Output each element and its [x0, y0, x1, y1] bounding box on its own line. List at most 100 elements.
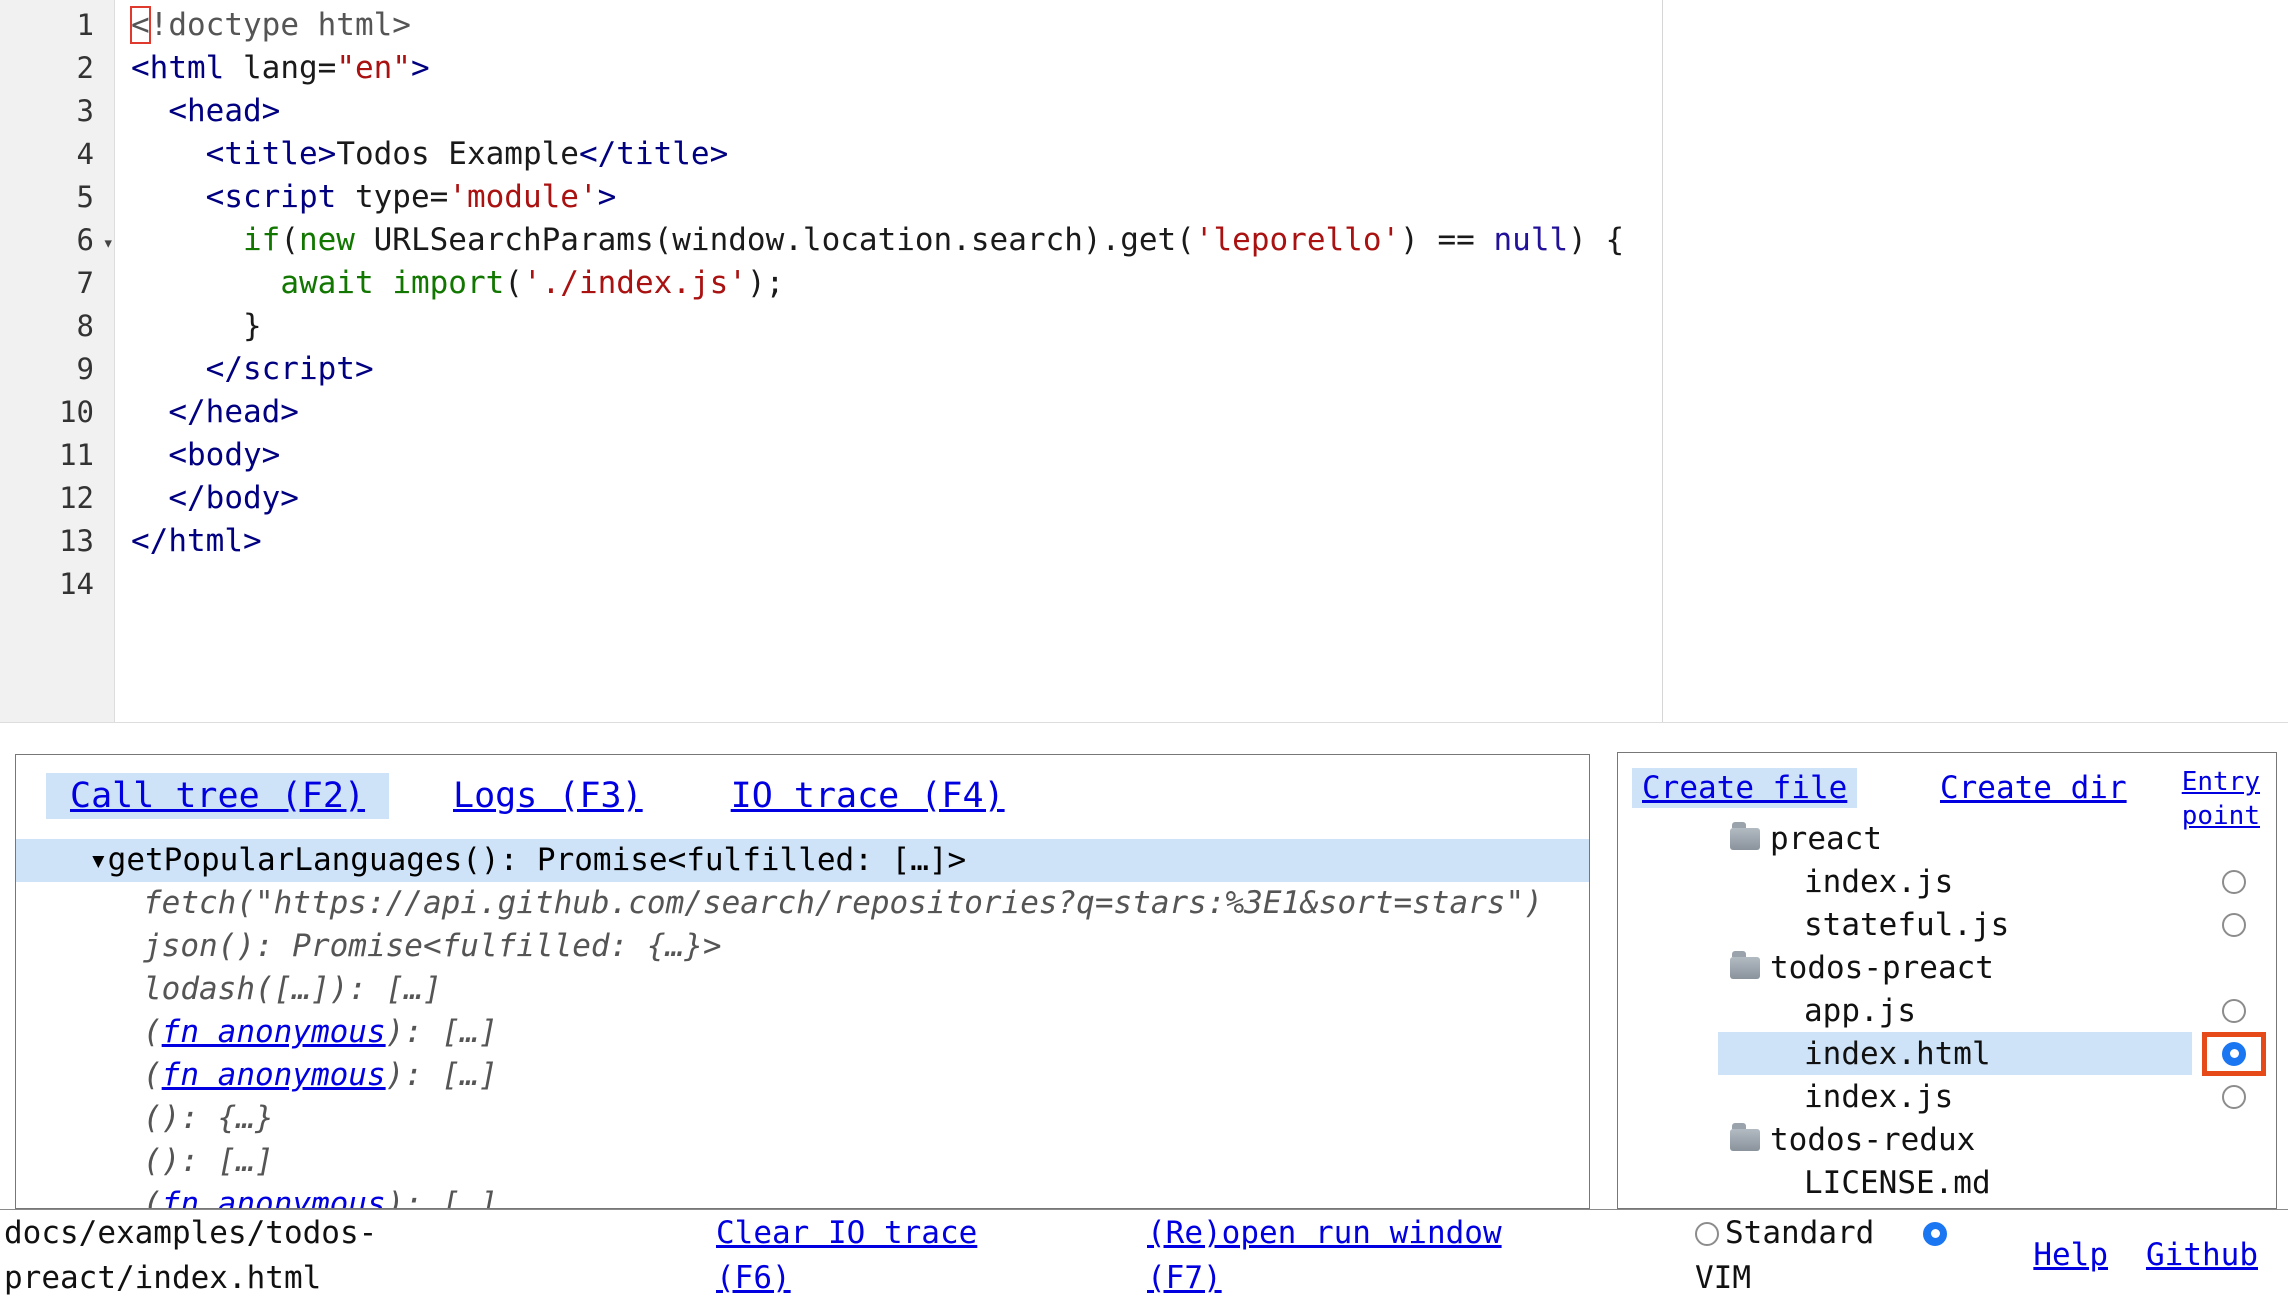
code-line[interactable]: <html lang="en"> [131, 47, 1624, 90]
line-number: 6▾ [0, 219, 114, 262]
calltree-row-text: (): […] [143, 1143, 274, 1179]
vim-keybinding-radio[interactable] [1923, 1222, 1947, 1246]
standard-keybinding-radio[interactable] [1695, 1222, 1719, 1246]
current-file-path: docs/examples/todos- preact/index.html [4, 1211, 377, 1301]
calltree-row[interactable]: (): {…} [16, 1097, 1589, 1140]
calltree-row[interactable]: (): […] [16, 1140, 1589, 1183]
code-line[interactable]: </html> [131, 520, 1624, 563]
code-token: <title> [206, 136, 337, 172]
file-name[interactable]: index.js [1804, 864, 1953, 900]
code-line[interactable]: if(new URLSearchParams(window.location.s… [131, 219, 1624, 262]
code-token: URLSearchParams(window.location.search).… [355, 222, 1195, 258]
code-line[interactable]: } [131, 305, 1624, 348]
file-name[interactable]: index.js [1804, 1079, 1953, 1115]
code-token [131, 351, 206, 387]
line-number-text: 8 [77, 309, 94, 343]
create-file-button[interactable]: Create file [1632, 768, 1857, 808]
code-lines[interactable]: <!doctype html><html lang="en"> <head> <… [131, 4, 1624, 606]
code-token: ( [504, 265, 523, 301]
code-token: <script [206, 179, 337, 215]
code-token [131, 93, 168, 129]
folder-icon [1730, 1129, 1760, 1151]
help-link[interactable]: Help [2033, 1237, 2108, 1273]
code-line[interactable]: <body> [131, 434, 1624, 477]
keybinding-toggle: Standard VIM [1695, 1211, 1947, 1301]
line-number-text: 5 [77, 180, 94, 214]
create-dir-button[interactable]: Create dir [1932, 768, 2135, 808]
file-name[interactable]: LICENSE.md [1804, 1165, 1991, 1201]
folder-name[interactable]: preact [1770, 821, 1882, 857]
filetree-rows: preact index.js stateful.js todos-preact app… [1618, 817, 2276, 1204]
line-number: 13 [0, 520, 114, 563]
file-name[interactable]: app.js [1804, 993, 1916, 1029]
line-number: 7 [0, 262, 114, 305]
code-token: </head> [168, 394, 299, 430]
file-name[interactable]: stateful.js [1804, 907, 2009, 943]
entry-point-radio[interactable] [2222, 1085, 2246, 1109]
entry-point-radio[interactable] [2222, 1042, 2246, 1066]
folder-name[interactable]: todos-preact [1770, 950, 1994, 986]
calltree-row[interactable]: (fn anonymous): […] [16, 1183, 1589, 1209]
line-number-text: 13 [59, 524, 94, 558]
calltree-row-text: ): […] [386, 1186, 498, 1209]
code-line[interactable]: <!doctype html> [131, 4, 1624, 47]
anonymous-fn-link[interactable]: fn anonymous [162, 1014, 386, 1050]
filetree-row: app.js [1618, 989, 2276, 1032]
code-line[interactable]: </head> [131, 391, 1624, 434]
code-token [131, 265, 280, 301]
line-number-text: 2 [77, 51, 94, 85]
filetree-row: stateful.js [1618, 903, 2276, 946]
code-token: await [280, 265, 373, 301]
code-token: 'leporello' [1195, 222, 1400, 258]
calltree-row[interactable]: (fn anonymous): […] [16, 1011, 1589, 1054]
filetree-row: index.html [1618, 1032, 2276, 1075]
entry-point-radio[interactable] [2222, 913, 2246, 937]
line-number-text: 6 [77, 223, 94, 257]
code-token: <html [131, 50, 224, 86]
code-token: <body> [168, 437, 280, 473]
calltree-rows: ▾getPopularLanguages(): Promise<fulfille… [16, 839, 1589, 1209]
anonymous-fn-link[interactable]: fn anonymous [162, 1057, 386, 1093]
code-line[interactable] [131, 563, 1624, 606]
tab-io-trace[interactable]: IO trace (F4) [707, 773, 1029, 819]
code-line[interactable]: <title>Todos Example</title> [131, 133, 1624, 176]
line-number: 11 [0, 434, 114, 477]
vim-keybinding-label: VIM [1695, 1256, 1947, 1301]
code-token [374, 265, 393, 301]
file-name[interactable]: index.html [1804, 1036, 1991, 1072]
calltree-row[interactable]: fetch("https://api.github.com/search/rep… [16, 882, 1589, 925]
line-number: 5 [0, 176, 114, 219]
keybinding-row: Standard [1695, 1211, 1947, 1256]
code-token: Todos Example [336, 136, 579, 172]
calltree-row[interactable]: json(): Promise<fulfilled: {…}> [16, 925, 1589, 968]
clear-io-trace-button[interactable]: Clear IO trace (F6) [716, 1211, 977, 1301]
tab-call-tree[interactable]: Call tree (F2) [46, 773, 389, 819]
code-token: ) { [1568, 222, 1624, 258]
entry-point-radio[interactable] [2222, 999, 2246, 1023]
calltree-row[interactable]: ▾getPopularLanguages(): Promise<fulfille… [16, 839, 1589, 882]
code-token: ( [280, 222, 299, 258]
code-line[interactable]: </script> [131, 348, 1624, 391]
entry-point-radio[interactable] [2222, 870, 2246, 894]
code-token: if [243, 222, 280, 258]
code-line[interactable]: await import('./index.js'); [131, 262, 1624, 305]
filetree-row-label: todos-preact [1718, 946, 2192, 989]
line-number: 12 [0, 477, 114, 520]
calltree-row[interactable]: lodash([…]): […] [16, 968, 1589, 1011]
code-token: !doctype html> [150, 7, 411, 43]
tab-logs[interactable]: Logs (F3) [429, 773, 667, 819]
code-line[interactable]: <script type='module'> [131, 176, 1624, 219]
code-editor[interactable]: 123456▾7891011121314 <!doctype html><htm… [0, 0, 2288, 723]
anonymous-fn-link[interactable]: fn anonymous [162, 1186, 386, 1209]
fold-marker-icon[interactable]: ▾ [103, 222, 114, 265]
code-line[interactable]: <head> [131, 90, 1624, 133]
code-token: './index.js' [523, 265, 747, 301]
filetree-row: index.js [1618, 1075, 2276, 1118]
github-link[interactable]: Github [2146, 1237, 2258, 1273]
reopen-run-window-button[interactable]: (Re)open run window (F7) [1147, 1211, 1502, 1301]
calltree-row[interactable]: (fn anonymous): […] [16, 1054, 1589, 1097]
folder-name[interactable]: todos-redux [1770, 1122, 1975, 1158]
code-token: > [598, 179, 617, 215]
code-line[interactable]: </body> [131, 477, 1624, 520]
entry-point-cell [2192, 870, 2276, 894]
